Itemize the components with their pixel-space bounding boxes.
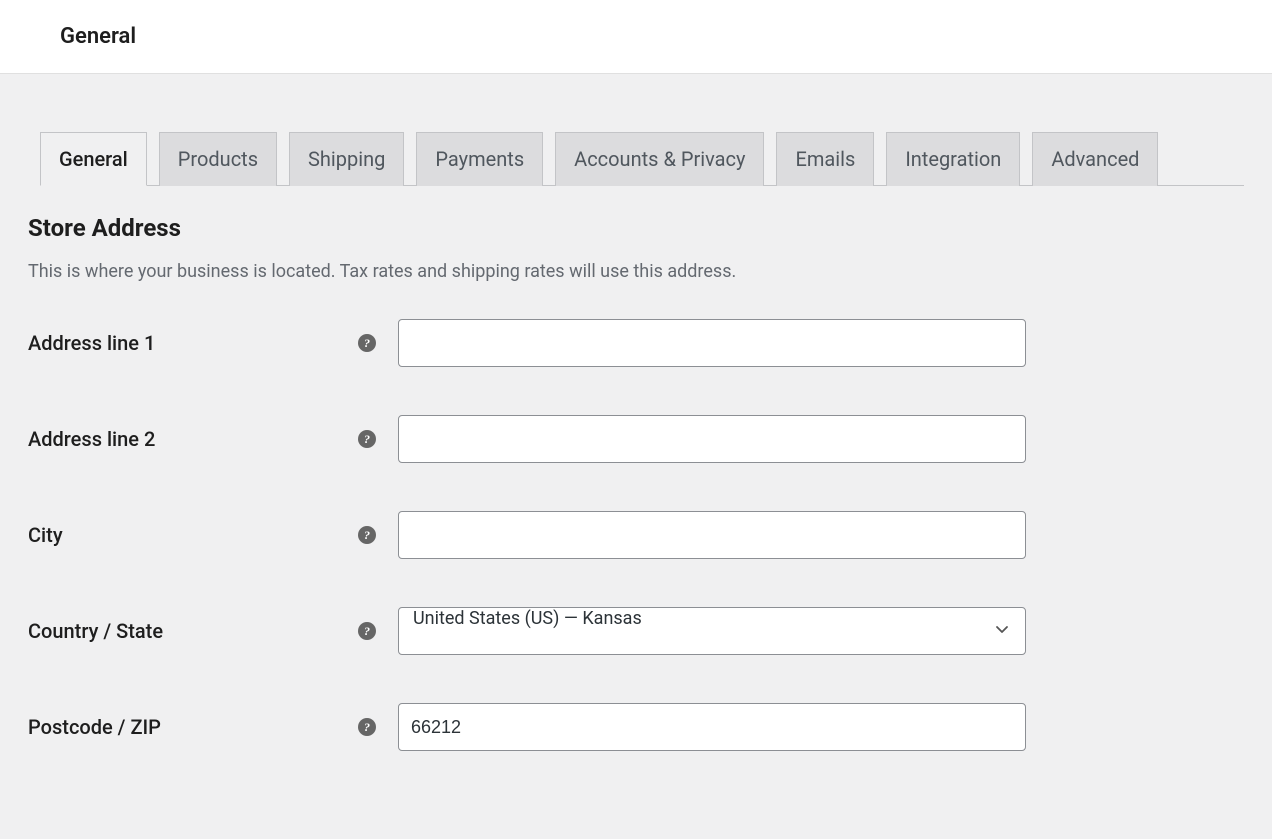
page-title: General bbox=[60, 24, 1212, 49]
tab-advanced[interactable]: Advanced bbox=[1032, 132, 1158, 186]
postcode-input[interactable] bbox=[398, 703, 1026, 751]
label-city: City bbox=[28, 523, 358, 547]
city-input[interactable] bbox=[398, 511, 1026, 559]
help-cell: ? bbox=[358, 334, 398, 352]
help-cell: ? bbox=[358, 622, 398, 640]
tab-products[interactable]: Products bbox=[159, 132, 277, 186]
help-icon[interactable]: ? bbox=[358, 718, 376, 736]
help-icon[interactable]: ? bbox=[358, 526, 376, 544]
help-icon[interactable]: ? bbox=[358, 622, 376, 640]
help-cell: ? bbox=[358, 430, 398, 448]
help-cell: ? bbox=[358, 718, 398, 736]
tab-emails[interactable]: Emails bbox=[776, 132, 874, 186]
label-country-state: Country / State bbox=[28, 619, 358, 643]
row-address-line-1: Address line 1 ? bbox=[28, 319, 1244, 367]
address-line-1-input[interactable] bbox=[398, 319, 1026, 367]
settings-tabs: General Products Shipping Payments Accou… bbox=[40, 132, 1244, 186]
tab-payments[interactable]: Payments bbox=[416, 132, 543, 186]
tab-accounts-privacy[interactable]: Accounts & Privacy bbox=[555, 132, 764, 186]
help-icon[interactable]: ? bbox=[358, 430, 376, 448]
help-cell: ? bbox=[358, 526, 398, 544]
row-address-line-2: Address line 2 ? bbox=[28, 415, 1244, 463]
tab-shipping[interactable]: Shipping bbox=[289, 132, 404, 186]
tab-integration[interactable]: Integration bbox=[886, 132, 1020, 186]
address-line-2-input[interactable] bbox=[398, 415, 1026, 463]
label-address-line-1: Address line 1 bbox=[28, 331, 358, 355]
help-icon[interactable]: ? bbox=[358, 334, 376, 352]
tab-general[interactable]: General bbox=[40, 132, 147, 186]
section-title: Store Address bbox=[28, 214, 1244, 242]
country-state-select-wrap: United States (US) — Kansas bbox=[398, 607, 1026, 655]
country-state-select[interactable]: United States (US) — Kansas bbox=[398, 607, 1026, 655]
row-city: City ? bbox=[28, 511, 1244, 559]
section-description: This is where your business is located. … bbox=[28, 258, 1244, 285]
row-postcode: Postcode / ZIP ? bbox=[28, 703, 1244, 751]
label-postcode: Postcode / ZIP bbox=[28, 715, 358, 739]
content-area: General Products Shipping Payments Accou… bbox=[0, 74, 1272, 839]
row-country-state: Country / State ? United States (US) — K… bbox=[28, 607, 1244, 655]
tabs-container: General Products Shipping Payments Accou… bbox=[28, 74, 1244, 186]
store-address-section: Store Address This is where your busines… bbox=[28, 186, 1244, 751]
page-header: General bbox=[0, 0, 1272, 74]
label-address-line-2: Address line 2 bbox=[28, 427, 358, 451]
